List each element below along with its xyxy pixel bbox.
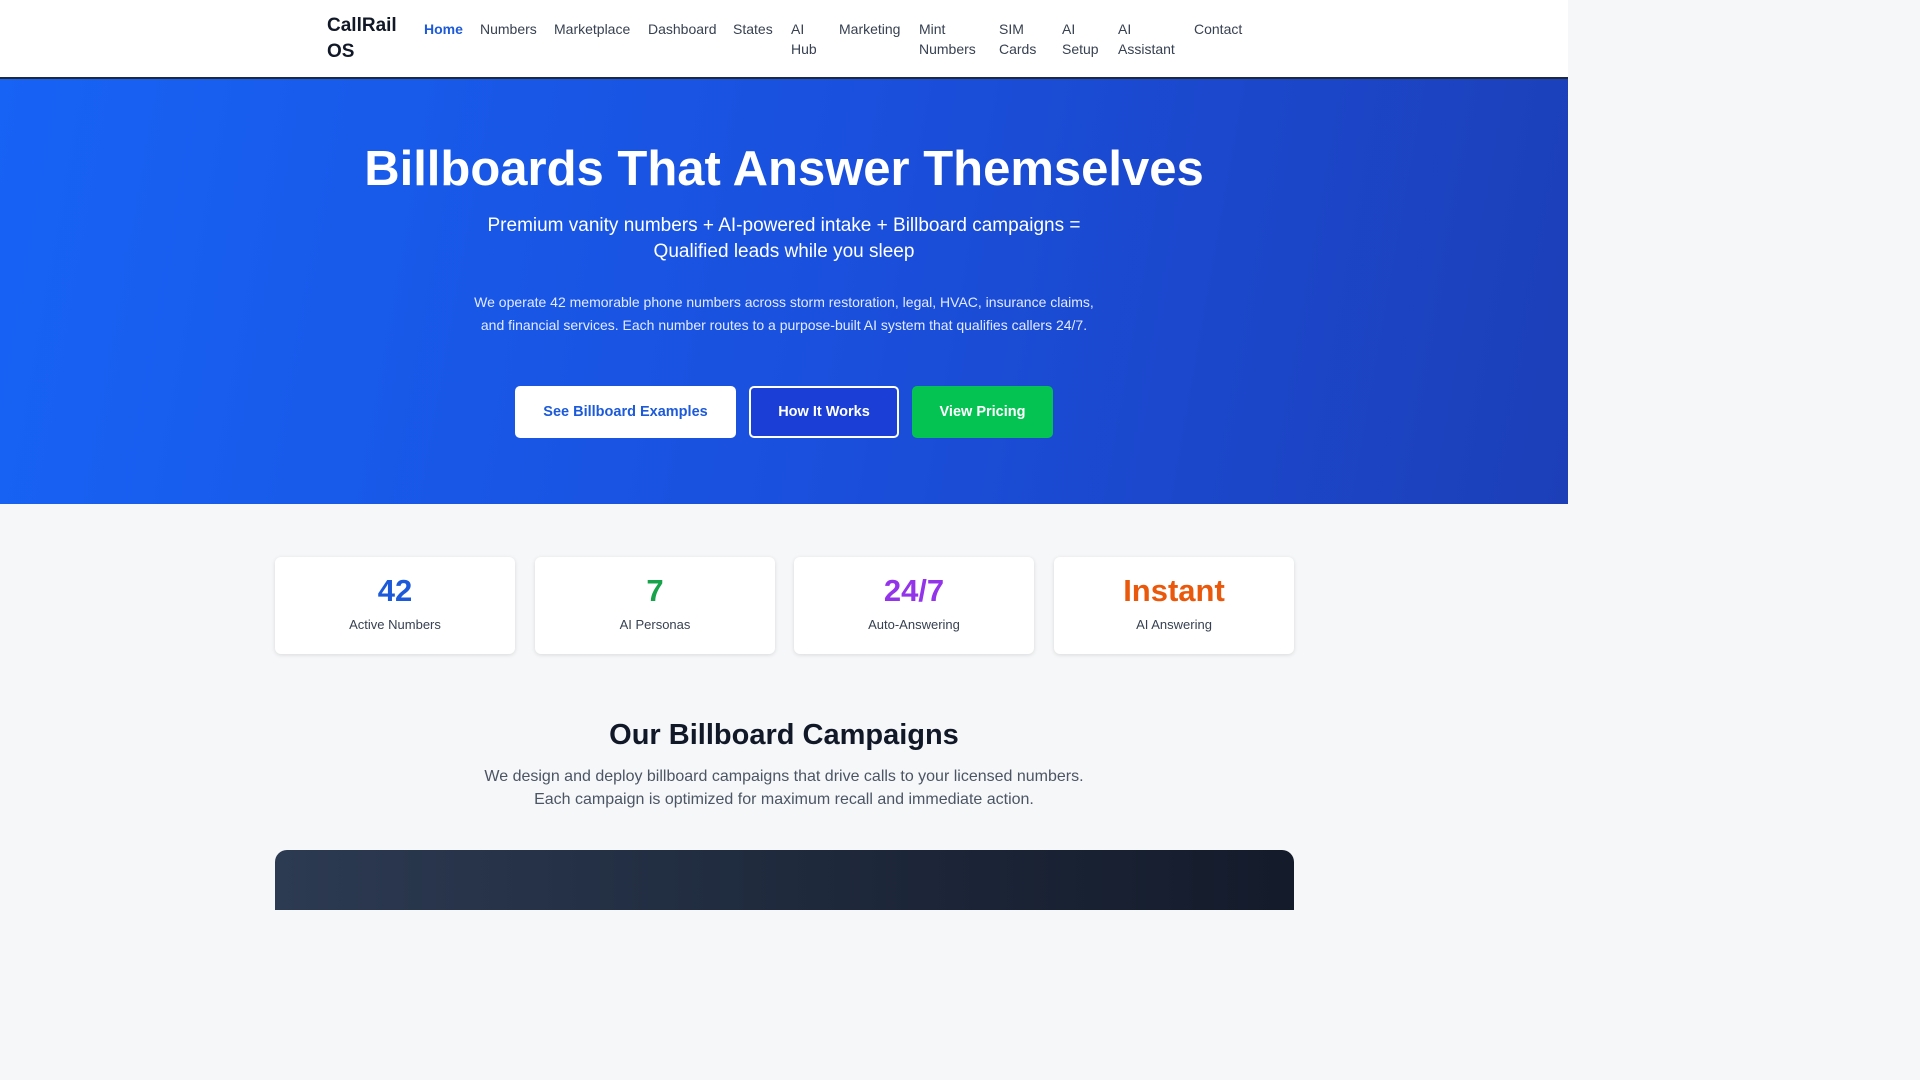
brand-logo[interactable]: CallRail OS	[327, 13, 417, 65]
campaigns-title: Our Billboard Campaigns	[609, 719, 959, 751]
stat-card-active-numbers: 42 Active Numbers	[275, 557, 515, 654]
nav-item-ai-hub[interactable]: AI Hub	[791, 19, 821, 59]
stat-label: AI Answering	[1136, 617, 1212, 632]
nav-item-ai-setup[interactable]: AI Setup	[1062, 19, 1104, 59]
campaigns-description: We design and deploy billboard campaigns…	[484, 768, 1084, 808]
stat-value: 7	[646, 573, 664, 608]
hero-subtitle: Premium vanity numbers + AI-powered inta…	[487, 215, 1081, 262]
stat-card-auto-answering: 24/7 Auto-Answering	[794, 557, 1034, 654]
nav-item-states[interactable]: States	[733, 19, 773, 39]
stat-value: 42	[377, 573, 413, 608]
hero-title: Billboards That Answer Themselves	[364, 142, 1204, 196]
nav-item-numbers[interactable]: Numbers	[480, 19, 537, 39]
stat-label: Active Numbers	[349, 617, 441, 632]
view-pricing-button[interactable]: View Pricing	[912, 386, 1053, 438]
hero-description: We operate 42 memorable phone numbers ac…	[474, 294, 1094, 333]
nav-item-contact[interactable]: Contact	[1194, 19, 1242, 39]
nav-item-sim-cards[interactable]: SIM Cards	[999, 19, 1044, 59]
stat-card-ai-answering: Instant AI Answering	[1054, 557, 1294, 654]
hero-section: Billboards That Answer Themselves Premiu…	[0, 79, 1568, 504]
nav-item-mint-numbers[interactable]: Mint Numbers	[919, 19, 981, 59]
top-navbar: CallRail OS Home Numbers Marketplace Das…	[0, 0, 1568, 79]
stat-value: 24/7	[883, 573, 945, 608]
nav-item-dashboard[interactable]: Dashboard	[648, 19, 717, 39]
how-it-works-button[interactable]: How It Works	[749, 386, 899, 438]
nav-item-marketplace[interactable]: Marketplace	[554, 19, 630, 39]
nav-item-home[interactable]: Home	[424, 19, 463, 39]
campaign-showcase-panel	[275, 850, 1294, 910]
nav-item-ai-assistant[interactable]: AI Assistant	[1118, 19, 1178, 59]
nav-item-marketing[interactable]: Marketing	[839, 19, 900, 39]
stat-label: Auto-Answering	[868, 617, 960, 632]
see-billboard-examples-button[interactable]: See Billboard Examples	[515, 386, 736, 438]
stat-value: Instant	[1123, 573, 1225, 608]
stat-label: AI Personas	[619, 617, 691, 632]
stat-card-ai-personas: 7 AI Personas	[535, 557, 775, 654]
